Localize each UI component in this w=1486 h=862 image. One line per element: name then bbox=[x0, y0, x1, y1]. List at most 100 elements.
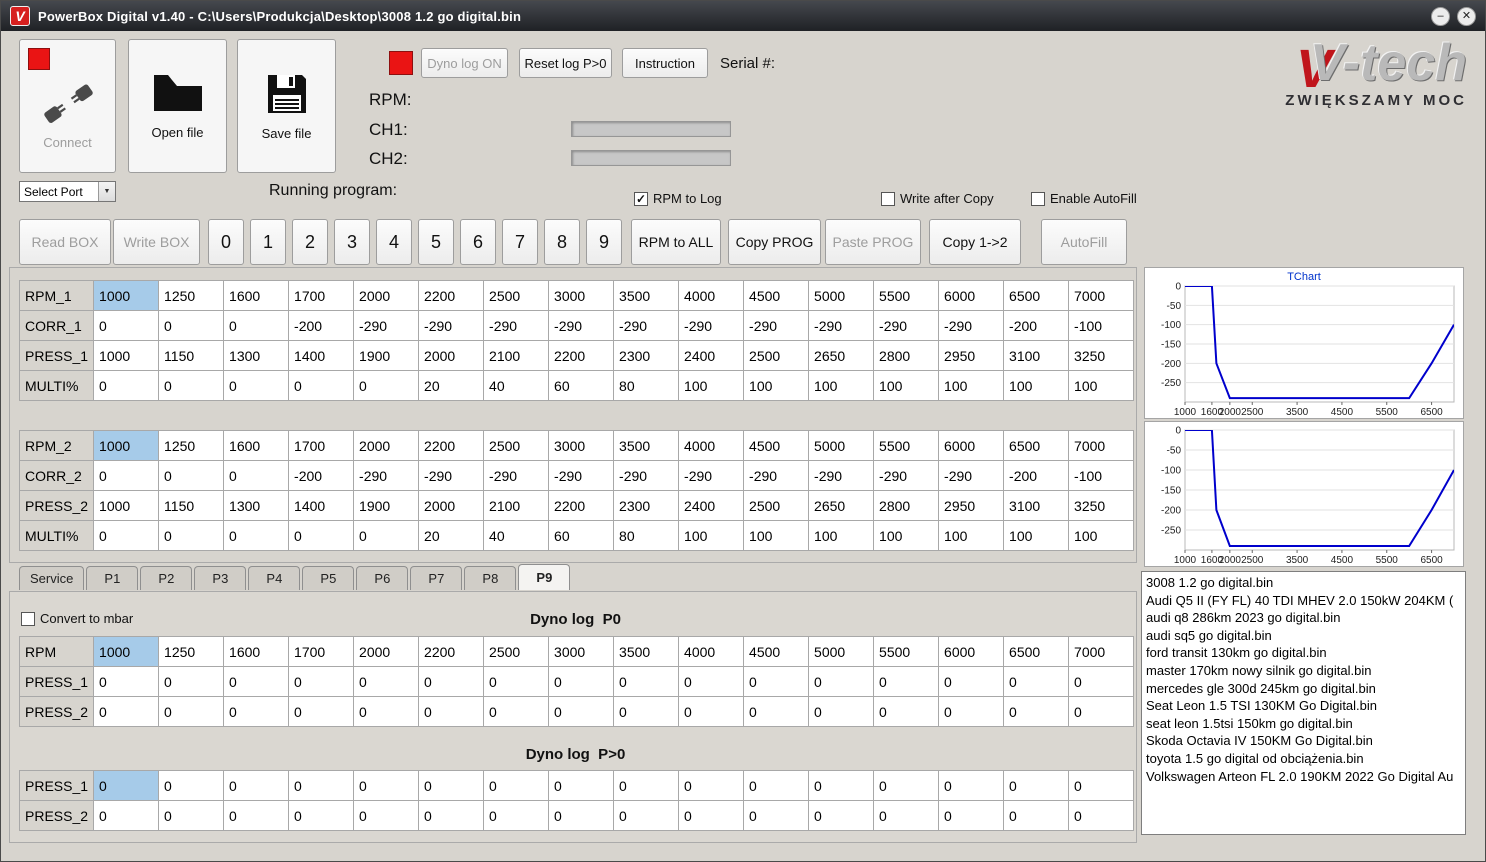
table-cell[interactable]: 100 bbox=[1068, 370, 1135, 401]
table-cell[interactable]: 0 bbox=[93, 696, 160, 727]
table-cell[interactable]: 0 bbox=[288, 770, 355, 801]
table-cell[interactable]: 1600 bbox=[223, 636, 290, 667]
save-file-button[interactable]: Save file bbox=[237, 39, 336, 173]
table-cell[interactable]: 0 bbox=[158, 800, 225, 831]
program-button-4[interactable]: 4 bbox=[376, 219, 412, 265]
table-cell[interactable]: 0 bbox=[223, 310, 290, 341]
table-cell[interactable]: 1000 bbox=[93, 636, 160, 667]
table-cell[interactable]: 0 bbox=[288, 696, 355, 727]
table-cell[interactable]: 2500 bbox=[743, 490, 810, 521]
table-cell[interactable]: 0 bbox=[1068, 770, 1135, 801]
table-cell[interactable]: 0 bbox=[158, 696, 225, 727]
connect-button[interactable]: Connect bbox=[19, 39, 116, 173]
port-select[interactable]: Select Port ▼ bbox=[19, 181, 116, 202]
table-cell[interactable]: 1400 bbox=[288, 490, 355, 521]
table-cell[interactable]: 2100 bbox=[483, 490, 550, 521]
table-cell[interactable]: -100 bbox=[1068, 310, 1135, 341]
program-button-2[interactable]: 2 bbox=[292, 219, 328, 265]
table-cell[interactable]: 0 bbox=[353, 666, 420, 697]
copy-prog-button[interactable]: Copy PROG bbox=[728, 219, 821, 265]
table-cell[interactable]: 0 bbox=[223, 770, 290, 801]
table-cell[interactable]: 1700 bbox=[288, 280, 355, 311]
table-cell[interactable]: 0 bbox=[288, 666, 355, 697]
table-cell[interactable]: 6500 bbox=[1003, 636, 1070, 667]
table-cell[interactable]: -290 bbox=[938, 310, 1005, 341]
table-cell[interactable]: 6000 bbox=[938, 430, 1005, 461]
table-cell[interactable]: -290 bbox=[678, 460, 745, 491]
table-cell[interactable]: 0 bbox=[93, 666, 160, 697]
table-cell[interactable]: 0 bbox=[548, 800, 615, 831]
table-cell[interactable]: 100 bbox=[938, 370, 1005, 401]
file-list-item[interactable]: Volkswagen Arteon FL 2.0 190KM 2022 Go D… bbox=[1146, 768, 1461, 786]
table-cell[interactable]: -290 bbox=[743, 460, 810, 491]
dyno-log-on-button[interactable]: Dyno log ON bbox=[421, 48, 508, 78]
table-cell[interactable]: 0 bbox=[808, 666, 875, 697]
table-cell[interactable]: 2200 bbox=[548, 490, 615, 521]
table-cell[interactable]: 20 bbox=[418, 370, 485, 401]
table-cell[interactable]: 0 bbox=[158, 520, 225, 551]
table-cell[interactable]: 100 bbox=[808, 370, 875, 401]
table-cell[interactable]: 4500 bbox=[743, 280, 810, 311]
table-cell[interactable]: 0 bbox=[873, 800, 940, 831]
table-cell[interactable]: 0 bbox=[1068, 666, 1135, 697]
table-cell[interactable]: 0 bbox=[353, 370, 420, 401]
instruction-button[interactable]: Instruction bbox=[622, 48, 708, 78]
table-cell[interactable]: 4000 bbox=[678, 430, 745, 461]
table-cell[interactable]: 0 bbox=[743, 666, 810, 697]
table-cell[interactable]: 0 bbox=[613, 696, 680, 727]
table-cell[interactable]: 2200 bbox=[418, 636, 485, 667]
table-cell[interactable]: 2500 bbox=[483, 280, 550, 311]
table-cell[interactable]: 2500 bbox=[483, 430, 550, 461]
table-cell[interactable]: 0 bbox=[1003, 696, 1070, 727]
table-cell[interactable]: 0 bbox=[418, 770, 485, 801]
table-cell[interactable]: 5000 bbox=[808, 430, 875, 461]
autofill-button[interactable]: AutoFill bbox=[1041, 219, 1127, 265]
table-cell[interactable]: 1300 bbox=[223, 340, 290, 371]
table-cell[interactable]: 2500 bbox=[483, 636, 550, 667]
table-cell[interactable]: 3000 bbox=[548, 280, 615, 311]
file-list-item[interactable]: master 170km nowy silnik go digital.bin bbox=[1146, 662, 1461, 680]
table-cell[interactable]: -200 bbox=[1003, 460, 1070, 491]
table-cell[interactable]: 60 bbox=[548, 520, 615, 551]
table-cell[interactable]: 1000 bbox=[93, 340, 160, 371]
table-cell[interactable]: 3500 bbox=[613, 636, 680, 667]
table-cell[interactable]: 2100 bbox=[483, 340, 550, 371]
file-list-item[interactable]: toyota 1.5 go digital od obciążenia.bin bbox=[1146, 750, 1461, 768]
table-cell[interactable]: -290 bbox=[743, 310, 810, 341]
table-cell[interactable]: 0 bbox=[873, 666, 940, 697]
table-cell[interactable]: 80 bbox=[613, 520, 680, 551]
table-cell[interactable]: 0 bbox=[288, 800, 355, 831]
table-cell[interactable]: 0 bbox=[353, 800, 420, 831]
table-cell[interactable]: -290 bbox=[873, 310, 940, 341]
tab-p1[interactable]: P1 bbox=[86, 566, 139, 590]
table-cell[interactable]: 100 bbox=[938, 520, 1005, 551]
table-cell[interactable]: 100 bbox=[1003, 520, 1070, 551]
table-cell[interactable]: 1700 bbox=[288, 430, 355, 461]
table-cell[interactable]: 0 bbox=[223, 460, 290, 491]
table-cell[interactable]: 3250 bbox=[1068, 340, 1135, 371]
table-cell[interactable]: 0 bbox=[743, 770, 810, 801]
table-cell[interactable]: -290 bbox=[483, 460, 550, 491]
table-cell[interactable]: 0 bbox=[1068, 696, 1135, 727]
table-cell[interactable]: 7000 bbox=[1068, 430, 1135, 461]
table-cell[interactable]: 0 bbox=[93, 370, 160, 401]
table-cell[interactable]: 2000 bbox=[353, 430, 420, 461]
table-cell[interactable]: -200 bbox=[288, 310, 355, 341]
table-cell[interactable]: -290 bbox=[418, 310, 485, 341]
table-cell[interactable]: 0 bbox=[873, 696, 940, 727]
table-cell[interactable]: 6500 bbox=[1003, 430, 1070, 461]
table-cell[interactable]: 0 bbox=[1068, 800, 1135, 831]
rpm-to-all-button[interactable]: RPM to ALL bbox=[631, 219, 721, 265]
table-cell[interactable]: 1600 bbox=[223, 430, 290, 461]
table-cell[interactable]: 0 bbox=[938, 770, 1005, 801]
table-cell[interactable]: 100 bbox=[808, 520, 875, 551]
table-cell[interactable]: 100 bbox=[678, 520, 745, 551]
chevron-down-icon[interactable]: ▼ bbox=[98, 182, 115, 201]
table-cell[interactable]: 80 bbox=[613, 370, 680, 401]
table-cell[interactable]: 60 bbox=[548, 370, 615, 401]
table-cell[interactable]: 0 bbox=[938, 666, 1005, 697]
table-cell[interactable]: 6000 bbox=[938, 636, 1005, 667]
table-cell[interactable]: 0 bbox=[223, 696, 290, 727]
tab-p3[interactable]: P3 bbox=[194, 566, 247, 590]
table-cell[interactable]: -290 bbox=[808, 310, 875, 341]
